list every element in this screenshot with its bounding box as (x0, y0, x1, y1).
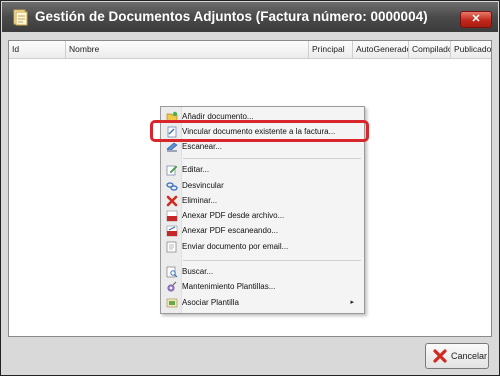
menu-item-anexar-pdf-escaneando[interactable]: Anexar PDF escaneando... (163, 224, 362, 238)
cancel-icon (433, 349, 447, 363)
menu-item-buscar[interactable]: Buscar... (163, 265, 362, 279)
menu-item-label: Desvincular (182, 181, 224, 190)
window-title: Gestión de Documentos Adjuntos (Factura … (35, 9, 428, 24)
close-button[interactable]: ✕ (460, 11, 492, 28)
highlight-annotation (150, 120, 369, 142)
email-icon (166, 241, 177, 253)
menu-item-eliminar[interactable]: Eliminar... (163, 194, 362, 208)
menu-item-label: Escanear... (182, 142, 223, 151)
menu-item-label: Buscar... (182, 267, 214, 276)
menu-item-label: Enviar documento por email... (182, 242, 289, 251)
cancel-button[interactable]: Cancelar (425, 343, 489, 369)
pdf-file-icon (166, 210, 178, 222)
unlink-icon (166, 182, 178, 191)
menu-item-asociar-plantilla[interactable]: Asociar Plantilla ▸ (163, 296, 362, 310)
menu-separator (183, 158, 361, 159)
column-header-nombre[interactable]: Nombre (66, 41, 309, 58)
menu-item-anexar-pdf-archivo[interactable]: Anexar PDF desde archivo... (163, 209, 362, 223)
associate-template-icon (166, 298, 178, 308)
column-header-autogenerado[interactable]: AutoGenerado (353, 41, 409, 58)
menu-item-desvincular[interactable]: Desvincular (163, 179, 362, 193)
cancel-label: Cancelar (451, 351, 488, 361)
menu-item-label: Mantenimiento Plantillas... (182, 282, 276, 291)
menu-item-escanear[interactable]: Escanear... (163, 140, 362, 154)
menu-item-mantenimiento-plantillas[interactable]: Mantenimiento Plantillas... (163, 280, 362, 294)
title-bar: Gestión de Documentos Adjuntos (Factura … (2, 2, 498, 32)
column-header-principal[interactable]: Principal (309, 41, 353, 58)
column-header-compilado[interactable]: Compilado (409, 41, 451, 58)
menu-item-label: Asociar Plantilla (182, 298, 239, 307)
column-header-publicado[interactable]: Publicado (451, 41, 491, 58)
documents-icon (13, 9, 28, 26)
grid-header: Id Nombre Principal AutoGenerado Compila… (9, 41, 491, 59)
column-header-id[interactable]: Id (9, 41, 66, 58)
menu-item-enviar-email[interactable]: Enviar documento por email... (163, 240, 362, 254)
submenu-arrow-icon: ▸ (350, 299, 354, 306)
menu-item-label: Anexar PDF escaneando... (182, 226, 279, 235)
search-icon (166, 266, 178, 278)
edit-icon (166, 165, 178, 176)
menu-item-label: Anexar PDF desde archivo... (182, 211, 285, 220)
scanner-icon (166, 142, 178, 152)
menu-item-editar[interactable]: Editar... (163, 163, 362, 177)
pdf-scan-icon (166, 225, 178, 237)
delete-icon (166, 195, 178, 207)
menu-separator (183, 260, 361, 261)
menu-item-label: Editar... (182, 165, 210, 174)
menu-item-label: Eliminar... (182, 196, 218, 205)
templates-icon (167, 281, 177, 292)
